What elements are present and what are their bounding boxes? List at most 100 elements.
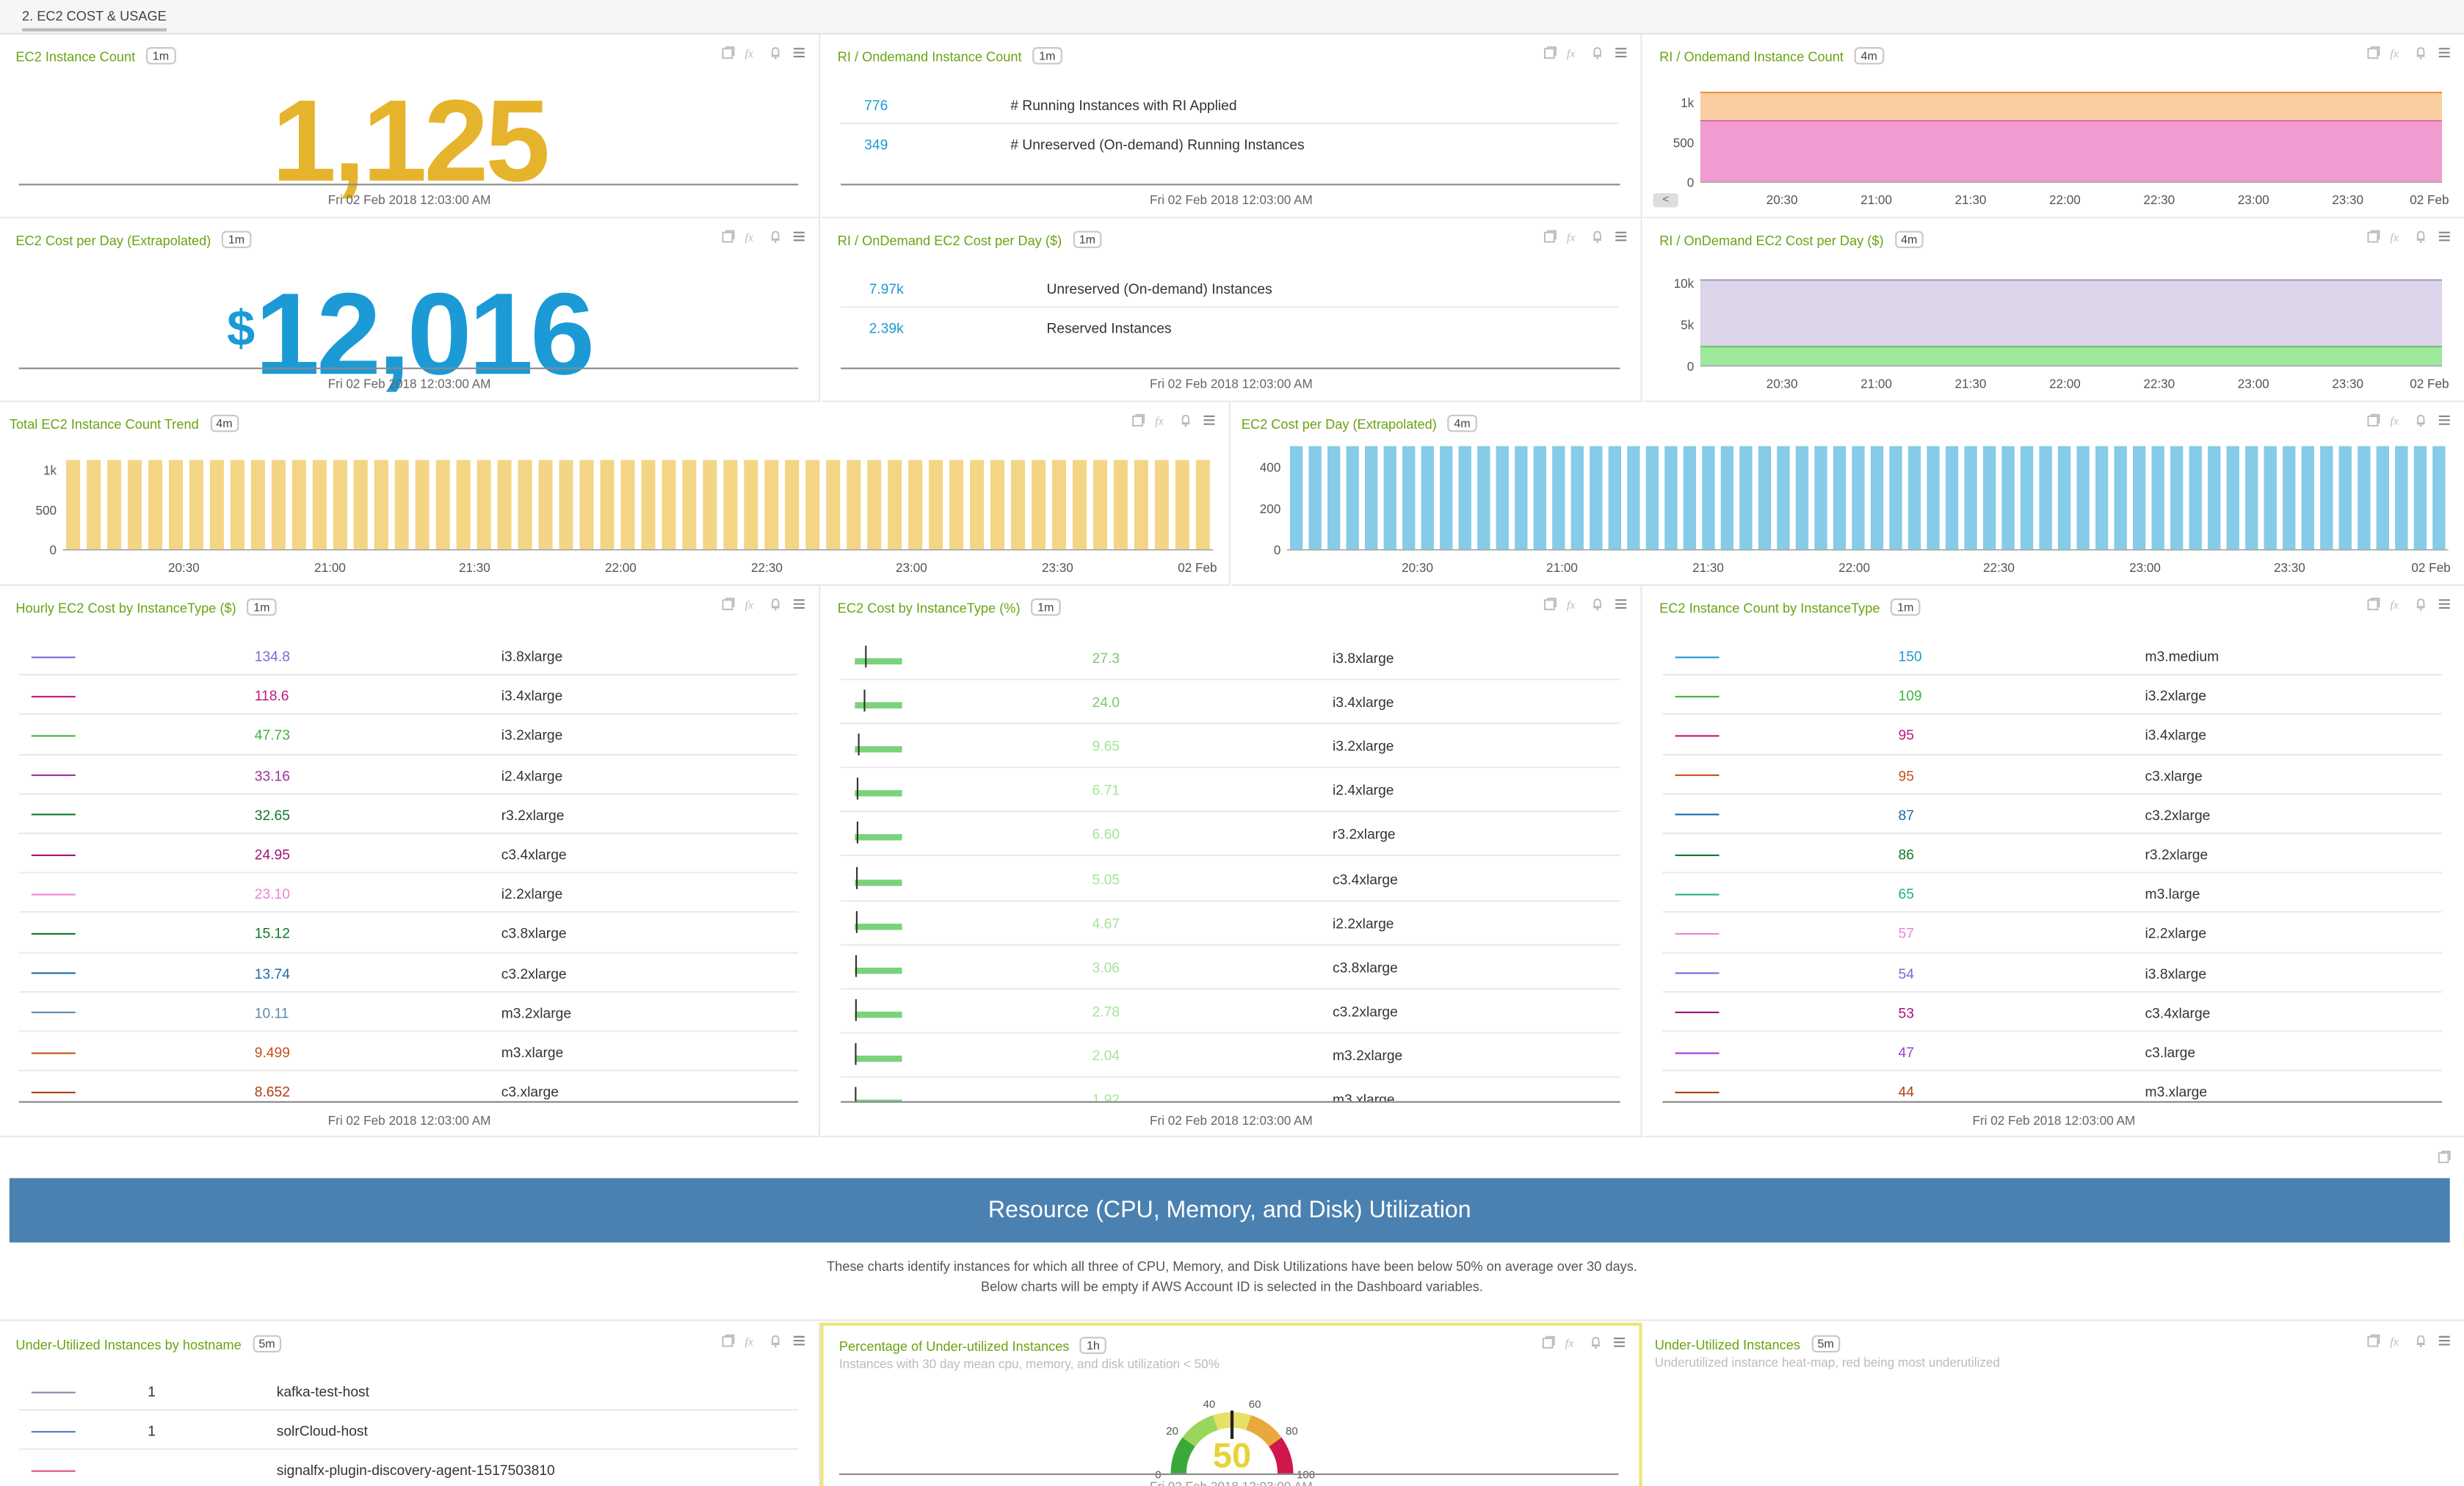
menu-icon[interactable]: [1614, 46, 1628, 59]
value: 6.60: [1092, 827, 1120, 843]
fx-icon[interactable]: fx: [1567, 46, 1581, 59]
menu-icon[interactable]: [1614, 597, 1628, 611]
fx-icon[interactable]: fx: [2390, 1333, 2404, 1348]
area-chart[interactable]: 1k 500 0 20:30 21:00 21:30 22:00 22:30 23:00 23:3…: [1644, 35, 2464, 218]
bar-chart[interactable]: 1k 500 0 20:30 21:00 21:30 22:00 22:30 23:00 23:3…: [0, 402, 1231, 586]
value: 8.652: [254, 1084, 290, 1101]
fx-icon[interactable]: fx: [745, 229, 759, 243]
area-series-1: [1700, 280, 2443, 347]
label: i3.4xlarge: [1332, 694, 1394, 711]
panel-cost-per-day: EC2 Cost per Day (Extrapolated) 1m fx $12…: [0, 218, 821, 402]
value: 150: [1898, 648, 1922, 665]
copy-icon[interactable]: [1542, 1335, 1556, 1349]
bar: [1907, 446, 1921, 550]
spark-bar: [855, 702, 902, 709]
fx-icon[interactable]: fx: [745, 1333, 759, 1348]
spark-bar: [855, 834, 902, 841]
panel-actions: fx: [721, 597, 806, 611]
menu-icon[interactable]: [1614, 229, 1628, 243]
copy-icon[interactable]: [721, 229, 735, 243]
sparkline: [855, 778, 902, 800]
bell-icon[interactable]: [1590, 46, 1604, 59]
bar: [1739, 446, 1753, 550]
bell-icon[interactable]: [769, 597, 783, 611]
sparkline: [855, 645, 902, 668]
menu-icon[interactable]: [792, 597, 806, 611]
tab-ec2-cost-usage[interactable]: 2. EC2 COST & USAGE: [21, 8, 167, 32]
bell-icon[interactable]: [1590, 597, 1604, 611]
label: m3.xlarge: [2145, 1084, 2208, 1101]
list-item: 57 i2.2xlarge: [1662, 913, 2443, 953]
copy-icon[interactable]: [1543, 597, 1557, 611]
gauge-chart[interactable]: 02040608010050: [1106, 1363, 1358, 1486]
list-item: 87 c3.2xlarge: [1662, 794, 2443, 835]
copy-icon[interactable]: [2366, 597, 2380, 611]
bell-icon[interactable]: [2414, 597, 2428, 611]
svg-text:fx: fx: [745, 599, 754, 611]
copy-icon[interactable]: [721, 1333, 735, 1347]
label: c3.8xlarge: [1332, 959, 1398, 975]
gauge-band-0-20: [1170, 1437, 1196, 1474]
y-tick-label: 5k: [1681, 318, 1695, 332]
menu-icon[interactable]: [792, 229, 806, 243]
x-tick-label: 20:30: [168, 561, 200, 575]
bar: [1870, 446, 1884, 550]
bar: [1113, 460, 1128, 550]
label: i2.4xlarge: [1332, 783, 1394, 799]
bar: [2264, 446, 2277, 550]
copy-icon[interactable]: [721, 46, 735, 59]
bell-icon[interactable]: [1589, 1335, 1603, 1349]
panel-title: EC2 Instance Count: [15, 48, 136, 65]
panel-under-hosts: Under-Utilized Instances by hostname 5m f…: [0, 1322, 821, 1486]
bar: [1011, 460, 1026, 550]
bar: [128, 460, 142, 550]
menu-icon[interactable]: [792, 46, 806, 59]
bar: [2020, 446, 2034, 550]
resolution-badge: 5m: [1811, 1335, 1841, 1353]
fx-icon[interactable]: fx: [745, 46, 759, 59]
fx-icon[interactable]: fx: [1567, 597, 1581, 611]
bar: [271, 460, 286, 550]
spark-bar: [855, 967, 902, 974]
value: 7.97k: [869, 280, 904, 297]
area-chart[interactable]: 10k 5k 0 20:30 21:00 21:30 22:00 22:30 23:00 23:3…: [1644, 218, 2464, 402]
fx-icon[interactable]: fx: [745, 597, 759, 611]
copy-icon[interactable]: [1543, 46, 1557, 59]
bell-icon[interactable]: [769, 46, 783, 59]
panel-actions: fx: [1543, 229, 1628, 244]
value: 95: [1898, 728, 1914, 744]
fx-icon[interactable]: fx: [1565, 1335, 1579, 1349]
legend-swatch: [31, 1430, 76, 1432]
bar-chart[interactable]: 400 200 0 20:30 21:00 21:30 22:00 22:30 23:00 23:…: [1232, 402, 2464, 586]
bar: [1134, 460, 1148, 550]
copy-icon[interactable]: [2366, 1333, 2380, 1347]
fx-icon[interactable]: fx: [2390, 597, 2404, 611]
copy-icon[interactable]: [2438, 1150, 2452, 1164]
scroll-left-button[interactable]: <: [1653, 193, 1678, 208]
value: 2.39k: [869, 320, 904, 336]
fx-icon[interactable]: fx: [1567, 229, 1581, 243]
resolution-badge: 1m: [247, 598, 277, 616]
bell-icon[interactable]: [2414, 1333, 2428, 1348]
menu-icon[interactable]: [2438, 597, 2452, 611]
menu-icon[interactable]: [792, 1333, 806, 1347]
menu-icon[interactable]: [2438, 1333, 2452, 1347]
list-item: 95 i3.4xlarge: [1662, 715, 2443, 755]
bar: [620, 460, 635, 550]
bar: [291, 460, 306, 550]
bell-icon[interactable]: [769, 1333, 783, 1348]
copy-icon[interactable]: [721, 597, 735, 611]
list-item: 7.97k Unreserved (On-demand) Instances: [841, 269, 1619, 308]
x-tick-label: 23:30: [1042, 561, 1073, 575]
bar: [1421, 446, 1434, 550]
copy-icon[interactable]: [1543, 229, 1557, 243]
bell-icon[interactable]: [1590, 229, 1604, 243]
value: 15.12: [254, 926, 290, 942]
bell-icon[interactable]: [769, 229, 783, 243]
bar: [415, 460, 430, 550]
bar: [1402, 446, 1416, 550]
x-tick-label: 22:00: [605, 561, 637, 575]
menu-icon[interactable]: [1612, 1335, 1626, 1349]
label: i3.2xlarge: [2145, 688, 2207, 704]
bar: [1833, 446, 1847, 550]
